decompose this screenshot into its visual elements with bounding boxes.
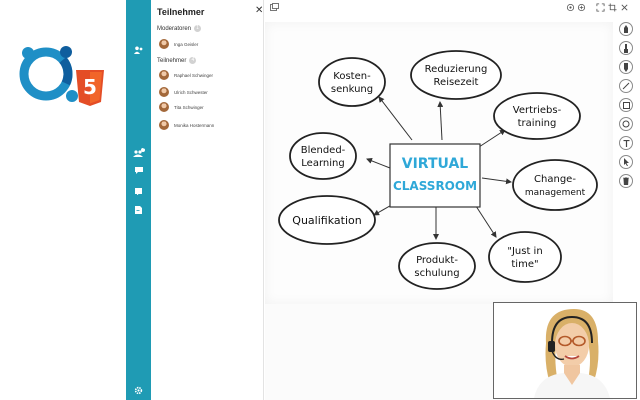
logo-area: 5: [0, 0, 126, 400]
attendees-icon[interactable]: 3: [126, 145, 151, 159]
center-box: [389, 143, 481, 208]
participant-item[interactable]: Raphael Schwinger: [159, 70, 213, 80]
participants-count: 4: [189, 57, 197, 64]
node-justintime-line-1: "Just in: [507, 246, 542, 257]
chat-icon[interactable]: [126, 163, 151, 177]
avatar: [159, 102, 169, 112]
node-qualifikation: Qualifikation: [292, 214, 361, 227]
board-icon[interactable]: [270, 3, 279, 11]
rectangle-icon[interactable]: [619, 98, 633, 112]
close-icon[interactable]: [620, 3, 629, 12]
presenter-video: [494, 303, 636, 398]
marker-icon[interactable]: [619, 60, 633, 74]
node-change-line-2: management: [525, 188, 586, 198]
trash-icon[interactable]: [619, 174, 633, 188]
node-justintime-line-2: time": [511, 259, 538, 270]
close-icon[interactable]: ✕: [255, 5, 263, 16]
participants-label: Teilnehmer: [157, 57, 187, 64]
person-name: Raphael Schwinger: [174, 72, 214, 78]
moderators-heading: Moderatoren 1: [157, 25, 202, 32]
brush-icon[interactable]: [619, 41, 633, 55]
center-title-line-1: VIRTUAL: [402, 156, 469, 172]
node-vertrieb-line-2: training: [518, 118, 557, 129]
avatar: [159, 120, 169, 130]
gear-icon[interactable]: [126, 383, 151, 397]
side-rail: 3: [126, 0, 151, 400]
document-icon[interactable]: [126, 203, 151, 217]
html5-icon: 5: [76, 70, 104, 106]
person-name: Inga Geisler: [174, 41, 199, 47]
participant-item[interactable]: Tita Schwinger: [159, 102, 204, 112]
node-produkt-line-2: schulung: [414, 268, 459, 279]
workspace: VIRTUAL CLASSROOM Kosten- senkung Reduzi…: [265, 0, 640, 400]
pointer-icon[interactable]: [619, 155, 633, 169]
svg-text:5: 5: [83, 75, 97, 99]
settings-icon[interactable]: [566, 3, 575, 12]
panel-title: Teilnehmer: [157, 7, 205, 17]
node-blended-line-1: Blended-: [301, 145, 346, 156]
fullscreen-icon[interactable]: [596, 3, 605, 12]
text-icon[interactable]: [619, 136, 633, 150]
avatar: [159, 70, 169, 80]
avatar: [159, 39, 169, 49]
node-change-line-1: Change-: [534, 174, 576, 185]
person-name: Tita Schwinger: [174, 104, 204, 110]
video-feed[interactable]: [493, 302, 637, 399]
drawing-toolbar: [616, 22, 636, 193]
participants-icon[interactable]: [126, 43, 151, 57]
node-kosten-line-2: senkung: [331, 84, 373, 95]
node-reduzierung-line-2: Reisezeit: [434, 77, 479, 88]
ellipse-icon[interactable]: [619, 117, 633, 131]
person-name: Monika Hostermann: [174, 122, 215, 128]
participant-item[interactable]: Ulrich Schwester: [159, 87, 208, 97]
node-vertrieb-line-1: Vertriebs-: [513, 105, 562, 116]
participants-panel: Teilnehmer ✕ Moderatoren 1 Inga Geisler …: [151, 0, 264, 400]
participant-item[interactable]: Monika Hostermann: [159, 120, 214, 130]
avatar: [159, 87, 169, 97]
node-blended-line-2: Learning: [301, 158, 344, 169]
notes-icon[interactable]: [126, 184, 151, 198]
line-icon[interactable]: [619, 79, 633, 93]
person-name: Ulrich Schwester: [174, 89, 208, 95]
node-reduzierung-line-1: Reduzierung: [425, 64, 488, 75]
app-root: 5 3 Teilnehmer ✕ Moderatoren 1 Inga Geis…: [0, 0, 640, 400]
grid-icon[interactable]: [577, 3, 586, 12]
moderators-count: 1: [194, 25, 202, 32]
moderators-label: Moderatoren: [157, 25, 192, 32]
node-kosten-line-1: Kosten-: [333, 71, 371, 82]
whiteboard[interactable]: VIRTUAL CLASSROOM Kosten- senkung Reduzi…: [265, 22, 613, 304]
app-logo: 5: [19, 46, 104, 106]
pen-icon[interactable]: [619, 22, 633, 36]
top-toolbar: [566, 3, 629, 12]
mindmap: VIRTUAL CLASSROOM Kosten- senkung Reduzi…: [278, 50, 598, 290]
center-title-line-2: CLASSROOM: [393, 179, 477, 193]
node-produkt-line-1: Produkt-: [416, 255, 458, 266]
chat-badge: 3: [143, 145, 146, 150]
crop-icon[interactable]: [608, 3, 617, 12]
moderator-item[interactable]: Inga Geisler: [159, 39, 198, 49]
participants-heading: Teilnehmer 4: [157, 57, 197, 64]
